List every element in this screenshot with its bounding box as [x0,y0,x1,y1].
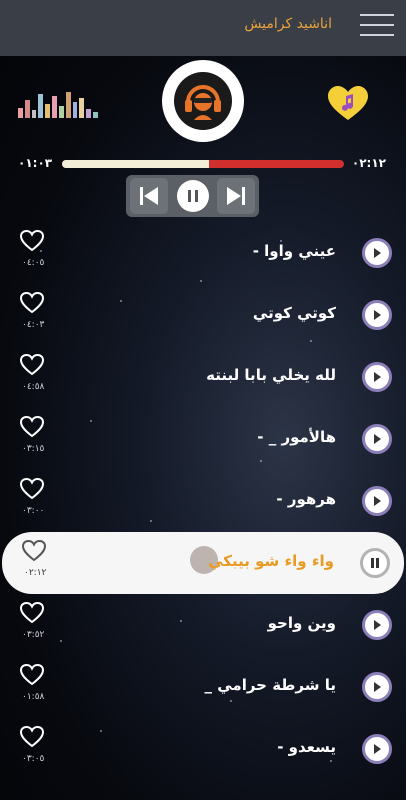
track-title: يسعدو - [277,738,336,756]
favorite-heart-icon[interactable] [19,601,45,624]
track-title: هالأمور _ - [257,428,336,446]
track-row[interactable]: ٠٤:٥٨ لله يخلي بابا لبنته [0,346,406,408]
headphones-avatar-icon [162,60,244,142]
play-icon [374,372,381,382]
favorite-heart-icon[interactable] [19,291,45,314]
track-title: كوتي كوتي [252,304,336,322]
track-duration: ٠٤:٠٥ [22,258,45,268]
play-icon [374,310,381,320]
track-play-button[interactable] [362,610,392,640]
track-row[interactable]: ٠١:٥٨ يا شرطة حرامي _ [0,656,406,718]
player-controls [126,175,259,217]
track-list: ٠٤:٠٥ عيني واوا - ٠٤:٠٣ كوتي كوتي ٠٤:٥٨ لله ي… [0,222,406,780]
track-duration: ٠٢:١٢ [24,568,47,578]
favorite-heart-icon[interactable] [21,539,47,562]
track-title: وين واحو [267,614,336,632]
track-duration: ٠٣:١٥ [22,444,45,454]
favorite-heart-icon[interactable] [19,663,45,686]
heart-music-icon[interactable] [328,86,368,122]
skip-previous-icon [140,187,158,205]
play-icon [374,682,381,692]
play-icon [374,248,381,258]
track-duration: ٠٣:٠٥ [22,754,45,764]
pause-icon [187,190,198,202]
track-duration: ٠٤:٥٨ [22,382,45,392]
hamburger-icon[interactable] [360,14,394,40]
track-title: لله يخلي بابا لبنته [206,366,336,384]
progress-bar[interactable] [62,160,344,168]
favorite-heart-icon[interactable] [19,229,45,252]
track-play-button[interactable] [362,424,392,454]
skip-next-icon [227,187,245,205]
track-title: واء واء شو بيبكي [208,552,334,570]
total-time: ٠٢:١٢ [351,156,386,170]
previous-button[interactable] [130,178,168,214]
play-icon [374,744,381,754]
equalizer-icon[interactable] [18,90,98,118]
progress-played [62,160,209,168]
favorite-heart-icon[interactable] [19,725,45,748]
track-play-button[interactable] [362,734,392,764]
track-duration: ٠٤:٠٣ [22,320,45,330]
track-row[interactable]: ٠٣:١٥ هالأمور _ - [0,408,406,470]
play-icon [374,434,381,444]
favorite-heart-icon[interactable] [19,415,45,438]
pause-button[interactable] [174,178,212,214]
play-icon [374,496,381,506]
play-icon [374,620,381,630]
track-play-button[interactable] [362,672,392,702]
pause-icon [371,558,379,568]
track-row[interactable]: ٠٣:٥٢ وين واحو [0,594,406,656]
favorite-heart-icon[interactable] [19,353,45,376]
track-pause-button[interactable] [360,548,390,578]
favorite-heart-icon[interactable] [19,477,45,500]
track-play-button[interactable] [362,238,392,268]
next-button[interactable] [217,178,255,214]
track-title: يا شرطة حرامي _ [204,676,336,694]
track-title: هرهور - [276,490,336,508]
track-title: عيني واوا - [252,242,336,260]
track-row[interactable]: ٠٤:٠٥ عيني واوا - [0,222,406,284]
app-title: اناشيد كراميش [244,16,332,32]
track-duration: ٠١:٥٨ [22,692,45,702]
elapsed-time: ٠١:٠٣ [18,156,53,170]
track-row[interactable]: ٠٣:٠٥ يسعدو - [0,718,406,780]
track-play-button[interactable] [362,486,392,516]
track-row[interactable]: ٠٢:١٢ واء واء شو بيبكي [2,532,404,594]
track-row[interactable]: ٠٤:٠٣ كوتي كوتي [0,284,406,346]
track-row[interactable]: ٠٣:٠٠ هرهور - [0,470,406,532]
track-duration: ٠٣:٠٠ [22,506,45,516]
top-bar: اناشيد كراميش [0,0,406,56]
track-duration: ٠٣:٥٢ [22,630,45,640]
track-play-button[interactable] [362,362,392,392]
track-play-button[interactable] [362,300,392,330]
